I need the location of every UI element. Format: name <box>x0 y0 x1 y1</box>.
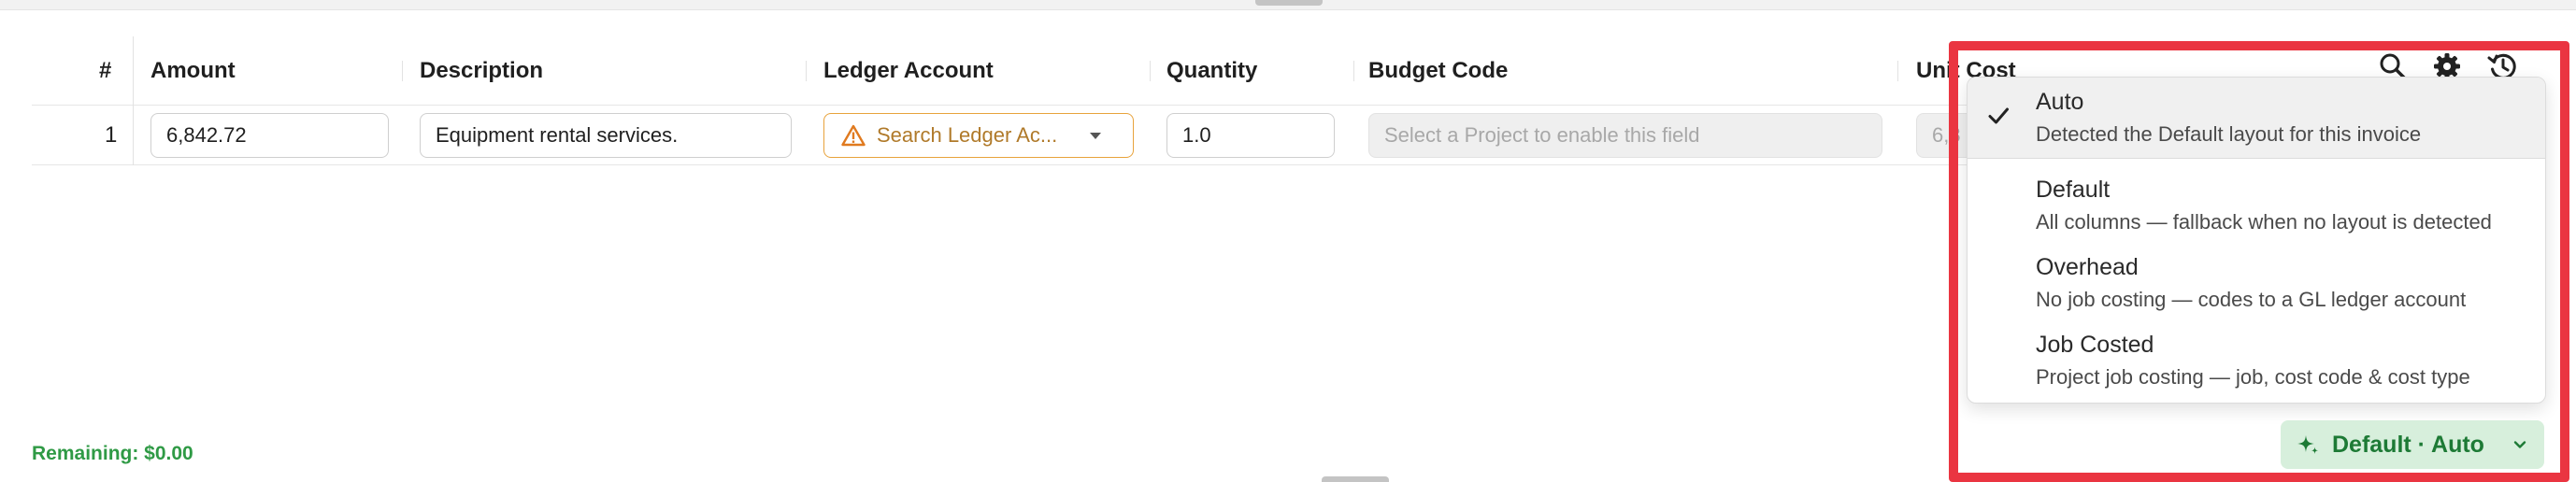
row-number: 1 <box>105 122 118 148</box>
column-separator <box>1150 61 1151 81</box>
layout-option-description: Detected the Default layout for this inv… <box>2036 122 2422 146</box>
sparkle-icon <box>2297 435 2319 455</box>
layout-option-job-costed[interactable]: Job Costed Project job costing — job, co… <box>1968 320 2545 399</box>
column-separator <box>1897 61 1898 81</box>
column-header-budget-code[interactable]: Budget Code <box>1368 36 1508 106</box>
ledger-account-placeholder: Search Ledger Ac... <box>877 123 1058 147</box>
ledger-account-select[interactable]: Search Ledger Ac... <box>823 113 1134 158</box>
description-input[interactable]: Equipment rental services. <box>420 113 792 158</box>
layout-option-overhead[interactable]: Overhead No job costing — codes to a GL … <box>1968 243 2545 319</box>
layout-option-description: Project job costing — job, cost code & c… <box>2036 365 2470 389</box>
layout-option-description: No job costing — codes to a GL ledger ac… <box>2036 288 2467 311</box>
quantity-input[interactable]: 1.0 <box>1166 113 1335 158</box>
column-separator <box>1353 61 1354 81</box>
panel-drag-handle-bottom[interactable] <box>1322 476 1389 482</box>
layout-menu: Auto Detected the Default layout for thi… <box>1967 77 2546 404</box>
warning-icon <box>841 124 866 147</box>
menu-divider <box>1968 158 2545 159</box>
column-header-description[interactable]: Description <box>420 36 543 106</box>
column-divider <box>133 36 134 165</box>
layout-option-default[interactable]: Default All columns — fallback when no l… <box>1968 165 2545 242</box>
column-header-quantity[interactable]: Quantity <box>1166 36 1257 106</box>
column-separator <box>402 61 403 81</box>
layout-option-auto[interactable]: Auto Detected the Default layout for thi… <box>1968 78 2545 158</box>
chevron-down-icon <box>1090 133 1101 139</box>
layout-option-label: Default <box>2036 177 2111 203</box>
layout-selector-label: Default · Auto <box>2332 432 2484 458</box>
chevron-down-icon <box>2513 441 2526 448</box>
panel-drag-handle-top[interactable] <box>1255 0 1323 6</box>
layout-selector-button[interactable]: Default · Auto <box>2281 420 2544 469</box>
budget-code-select: Select a Project to enable this field <box>1368 113 1882 158</box>
column-separator <box>806 61 807 81</box>
layout-option-label: Job Costed <box>2036 332 2154 358</box>
remaining-amount: Remaining: $0.00 <box>32 443 193 464</box>
column-header-ledger-account[interactable]: Ledger Account <box>823 36 994 106</box>
layout-option-label: Auto <box>2036 89 2084 115</box>
check-icon <box>1988 107 2009 124</box>
column-header-number: # <box>99 58 112 83</box>
layout-option-description: All columns — fallback when no layout is… <box>2036 210 2492 234</box>
layout-option-label: Overhead <box>2036 254 2139 280</box>
column-header-amount[interactable]: Amount <box>150 36 236 106</box>
amount-input[interactable]: 6,842.72 <box>150 113 389 158</box>
